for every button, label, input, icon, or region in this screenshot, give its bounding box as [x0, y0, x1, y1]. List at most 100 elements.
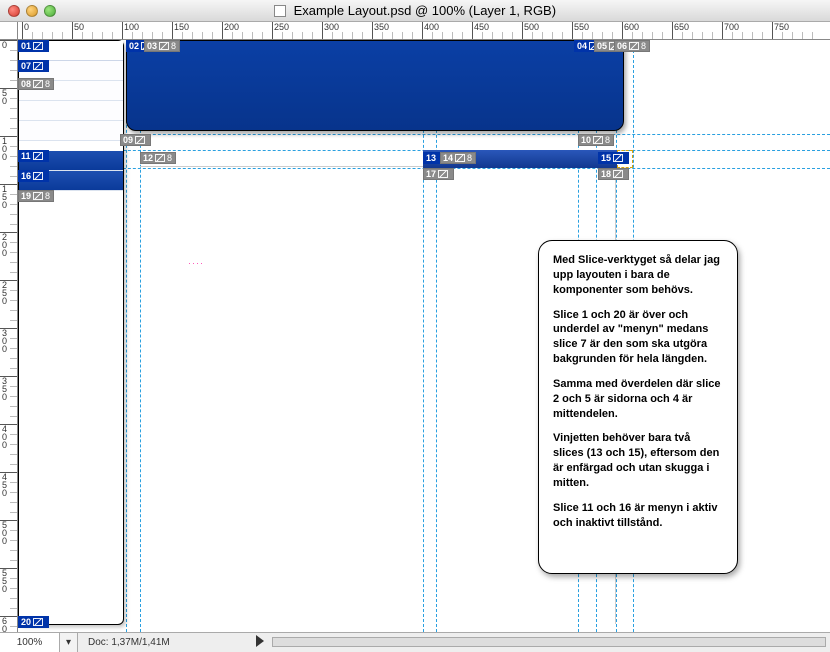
slice-link-group: 8	[45, 190, 50, 202]
menu-row	[19, 101, 123, 121]
ruler-label: 0	[2, 488, 7, 498]
header-banner	[126, 40, 624, 131]
document-canvas[interactable]: ···· 01020380405068070880910811128131481…	[18, 40, 830, 632]
ruler-label: 450	[474, 22, 489, 32]
slice-link-icon	[613, 154, 623, 162]
slice-number: 19	[21, 190, 31, 202]
slice-badge-12[interactable]: 128	[140, 152, 176, 164]
slice-link-icon	[33, 618, 43, 626]
ruler-label: 600	[624, 22, 639, 32]
annotation-note: Med Slice-verktyget så delar jag upp lay…	[538, 240, 738, 574]
slice-badge-07[interactable]: 07	[18, 60, 49, 72]
slice-link-icon	[613, 170, 623, 178]
ruler-label: 0	[2, 40, 7, 50]
ruler-label: 0	[2, 152, 7, 162]
slice-link-icon	[155, 154, 165, 162]
slice-badge-17[interactable]: 17	[423, 168, 454, 180]
ruler-label: 350	[374, 22, 389, 32]
ruler-label: 550	[574, 22, 589, 32]
ruler-label: 650	[674, 22, 689, 32]
doc-size-readout: Doc: 1,37M/1,41M	[78, 637, 180, 648]
slice-link-group: 8	[641, 40, 646, 52]
zoom-field[interactable]: 100%	[0, 633, 60, 652]
ruler-label: 750	[774, 22, 789, 32]
slice-link-icon	[33, 192, 43, 200]
ruler-label: 0	[2, 392, 7, 402]
slice-number: 13	[426, 152, 436, 164]
window-title-text: Example Layout.psd @ 100% (Layer 1, RGB)	[294, 3, 557, 18]
slice-link-group: 8	[605, 134, 610, 146]
note-paragraph: Med Slice-verktyget så delar jag upp lay…	[553, 253, 723, 298]
slice-number: 20	[21, 616, 31, 628]
window-title: Example Layout.psd @ 100% (Layer 1, RGB)	[0, 3, 830, 18]
slice-badge-10[interactable]: 10 8	[578, 134, 614, 146]
vertical-ruler[interactable]: 050100150200250300350400450500550600	[0, 40, 18, 632]
slice-number: 04	[577, 40, 587, 52]
horizontal-scrollbar[interactable]	[272, 637, 826, 647]
ruler-label: 400	[424, 22, 439, 32]
slice-link-group: 8	[467, 152, 472, 164]
slice-badge-11[interactable]: 11	[18, 150, 49, 162]
slice-badge-15[interactable]: 15	[598, 152, 629, 164]
slice-number: 11	[21, 150, 31, 162]
ruler-label: 300	[324, 22, 339, 32]
slice-number: 17	[426, 168, 436, 180]
slice-number: 08	[21, 78, 31, 90]
slice-number: 07	[21, 60, 31, 72]
slice-badge-09[interactable]: 09	[120, 134, 151, 146]
slice-link-group: 8	[171, 40, 176, 52]
slice-badge-06[interactable]: 06 8	[614, 40, 650, 52]
slice-badge-18[interactable]: 18	[598, 168, 629, 180]
slice-badge-19[interactable]: 19 8	[18, 190, 54, 202]
ruler-label: 0	[2, 536, 7, 546]
slice-number: 01	[21, 40, 31, 52]
horizontal-ruler[interactable]: 0501001502002503003504004505005506006507…	[18, 22, 830, 40]
slice-number: 02	[129, 40, 139, 52]
ruler-label: 0	[2, 200, 7, 210]
ruler-label: 100	[124, 22, 139, 32]
document-icon	[274, 5, 286, 17]
ruler-origin[interactable]	[0, 22, 18, 40]
ruler-label: 0	[24, 22, 29, 32]
note-paragraph: Vinjetten behöver bara två slices (13 oc…	[553, 431, 723, 490]
ruler-label: 50	[74, 22, 84, 32]
status-bar: 100% ▾ Doc: 1,37M/1,41M	[0, 632, 830, 652]
slice-link-icon	[33, 172, 43, 180]
ruler-label: 0	[2, 440, 7, 450]
zoom-popup-button[interactable]: ▾	[60, 633, 78, 652]
ruler-label: 0	[2, 248, 7, 258]
slice-number: 10	[581, 134, 591, 146]
slice-badge-03[interactable]: 03 8	[144, 40, 180, 52]
ruler-label: 0	[2, 624, 7, 632]
slice-number: 18	[601, 168, 611, 180]
slice-link-icon	[33, 152, 43, 160]
slice-number: 16	[21, 170, 31, 182]
slice-link-icon	[33, 80, 43, 88]
slice-link-icon	[455, 154, 465, 162]
slice-badge-01[interactable]: 01	[18, 40, 49, 52]
scroll-play-icon[interactable]	[256, 635, 264, 647]
ruler-label: 700	[724, 22, 739, 32]
ruler-label: 0	[2, 296, 7, 306]
ruler-label: 200	[224, 22, 239, 32]
slice-number: 03	[147, 40, 157, 52]
slice-link-icon	[33, 62, 43, 70]
note-paragraph: Samma med överdelen där slice 2 och 5 är…	[553, 377, 723, 422]
slice-number: 05	[597, 40, 607, 52]
note-paragraph: Slice 11 och 16 är menyn i aktiv och ina…	[553, 501, 723, 531]
slice-link-group: 8	[167, 152, 172, 164]
ruler-label: 500	[524, 22, 539, 32]
vertical-guide[interactable]	[126, 40, 127, 632]
slice-number: 09	[123, 134, 133, 146]
ruler-label: 150	[174, 22, 189, 32]
slice-badge-14[interactable]: 14 8	[440, 152, 476, 164]
slice-badge-16[interactable]: 16	[18, 170, 49, 182]
slice-badge-08[interactable]: 088	[18, 78, 54, 90]
ruler-label: 0	[2, 96, 7, 106]
menu-panel	[18, 40, 124, 625]
slice-number: 06	[617, 40, 627, 52]
slice-badge-20[interactable]: 20	[18, 616, 49, 628]
slice-link-icon	[593, 136, 603, 144]
slice-number: 14	[443, 152, 453, 164]
slice-number: 15	[601, 152, 611, 164]
